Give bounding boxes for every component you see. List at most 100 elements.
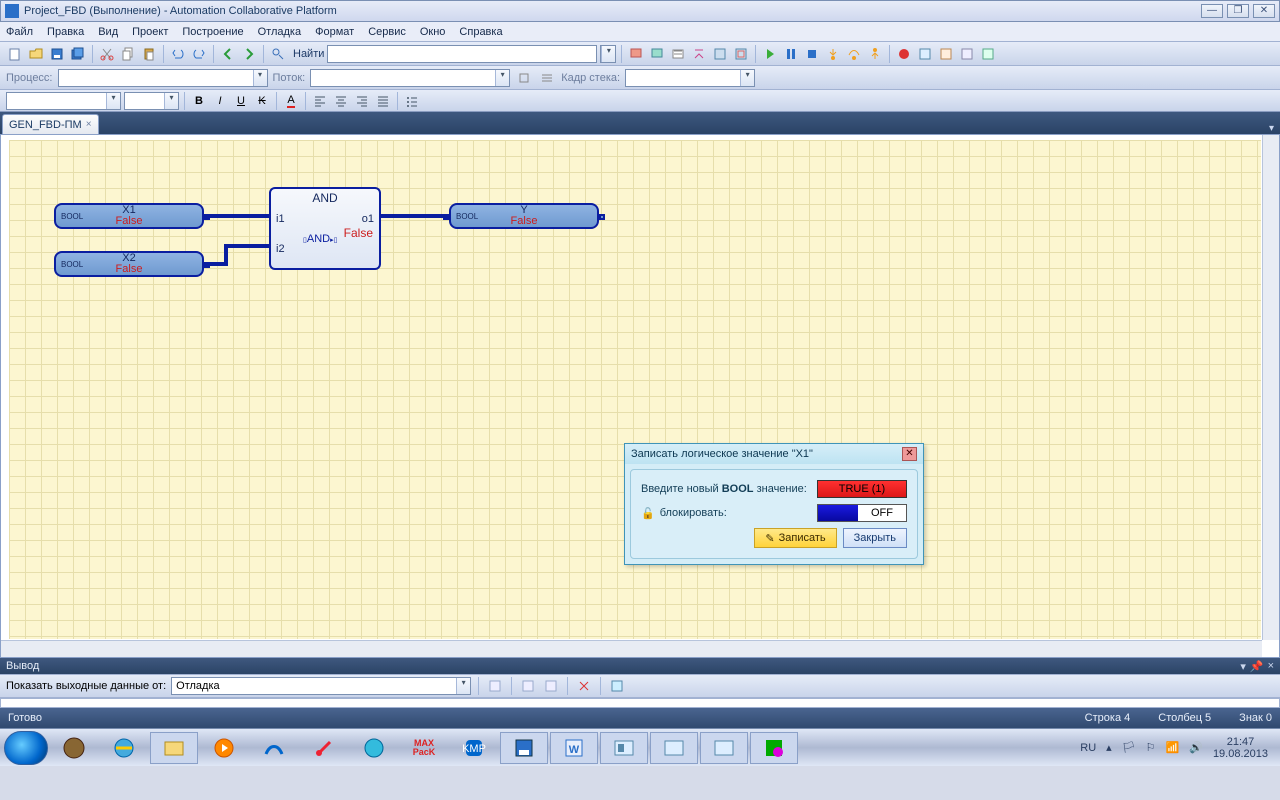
output-pin-icon[interactable]: 📌 — [1250, 660, 1264, 673]
font-color-button[interactable]: A — [282, 92, 300, 110]
thread-icon[interactable] — [515, 69, 533, 87]
copy-button[interactable] — [119, 45, 137, 63]
redo-button[interactable] — [190, 45, 208, 63]
font-combo[interactable]: ▾ — [6, 92, 121, 110]
nav-back-button[interactable] — [219, 45, 237, 63]
taskbar-app-1[interactable] — [50, 732, 98, 764]
tray-flag-icon[interactable]: 🏳 — [1122, 741, 1136, 754]
value-true-toggle[interactable]: TRUE (1) — [817, 480, 907, 498]
menu-build[interactable]: Построение — [182, 26, 243, 38]
paste-button[interactable] — [140, 45, 158, 63]
menu-window[interactable]: Окно — [420, 26, 446, 38]
taskbar-ie[interactable] — [100, 732, 148, 764]
tab-menu-icon[interactable]: ▾ — [1269, 123, 1280, 134]
output-btn-1[interactable] — [486, 677, 504, 695]
menu-file[interactable]: Файл — [6, 26, 33, 38]
taskbar-acp-1[interactable] — [600, 732, 648, 764]
dialog-close-button[interactable]: ✕ — [902, 447, 917, 461]
size-combo[interactable]: ▾ — [124, 92, 179, 110]
lock-toggle[interactable]: OFF — [817, 504, 907, 522]
tool-icon-1[interactable] — [627, 45, 645, 63]
underline-button[interactable]: U — [232, 92, 250, 110]
nav-fwd-button[interactable] — [240, 45, 258, 63]
save-button[interactable] — [48, 45, 66, 63]
menu-view[interactable]: Вид — [98, 26, 118, 38]
taskbar-acp-4[interactable] — [750, 732, 798, 764]
output-header[interactable]: Вывод ▾ 📌 × — [0, 658, 1280, 674]
align-justify-button[interactable] — [374, 92, 392, 110]
strike-button[interactable]: K — [253, 92, 271, 110]
system-tray[interactable]: RU ▴ 🏳 ⚐ 📶 🔊 21:4719.08.2013 — [1080, 736, 1276, 760]
align-center-button[interactable] — [332, 92, 350, 110]
find-dropdown[interactable]: ▾ — [600, 45, 616, 63]
tool-icon-2[interactable] — [648, 45, 666, 63]
maximize-button[interactable]: ❐ — [1227, 4, 1249, 18]
italic-button[interactable]: I — [211, 92, 229, 110]
tab-gen-fbd[interactable]: GEN_FBD-ПМ × — [2, 114, 99, 134]
output-btn-5[interactable] — [608, 677, 626, 695]
cut-button[interactable] — [98, 45, 116, 63]
tool-icon-6[interactable] — [732, 45, 750, 63]
lang-indicator[interactable]: RU — [1080, 742, 1096, 754]
taskbar-maxpack[interactable]: MAXPacK — [400, 732, 448, 764]
find-input[interactable] — [327, 45, 597, 63]
output-close-icon[interactable]: × — [1268, 660, 1274, 673]
taskbar-app-3[interactable] — [300, 732, 348, 764]
new-button[interactable] — [6, 45, 24, 63]
node-y[interactable]: BOOL Y False — [449, 203, 599, 229]
menu-help[interactable]: Справка — [459, 26, 502, 38]
tray-clock[interactable]: 21:4719.08.2013 — [1213, 736, 1268, 760]
tool-icon-4[interactable] — [690, 45, 708, 63]
thread-combo[interactable]: ▾ — [310, 69, 510, 87]
process-combo[interactable]: ▾ — [58, 69, 268, 87]
taskbar-wmp[interactable] — [200, 732, 248, 764]
menu-project[interactable]: Проект — [132, 26, 168, 38]
taskbar-kmp[interactable]: KMP — [450, 732, 498, 764]
fbd-canvas[interactable]: BOOL X1 False BOOL X2 False BOOL Y False… — [9, 140, 1261, 639]
bold-button[interactable]: B — [190, 92, 208, 110]
align-left-button[interactable] — [311, 92, 329, 110]
write-button[interactable]: ✎ Записать — [754, 528, 836, 548]
bullet-list-button[interactable] — [403, 92, 421, 110]
close-button[interactable]: ✕ — [1253, 4, 1275, 18]
tab-close-icon[interactable]: × — [86, 119, 92, 130]
node-x1[interactable]: BOOL X1 False — [54, 203, 204, 229]
menu-format[interactable]: Формат — [315, 26, 354, 38]
taskbar-app-4[interactable] — [350, 732, 398, 764]
output-source-combo[interactable]: Отладка▾ — [171, 677, 471, 695]
output-menu-icon[interactable]: ▾ — [1240, 660, 1246, 673]
taskbar-word[interactable]: W — [550, 732, 598, 764]
stop-button[interactable] — [803, 45, 821, 63]
breakpoint-icon[interactable] — [895, 45, 913, 63]
tray-chevron-icon[interactable]: ▴ — [1106, 741, 1112, 754]
dialog-title-bar[interactable]: Записать логическое значение "X1" ✕ — [625, 444, 923, 464]
taskbar-acp-3[interactable] — [700, 732, 748, 764]
tool-icon-5[interactable] — [711, 45, 729, 63]
tray-action-icon[interactable]: ⚐ — [1146, 741, 1156, 754]
undo-button[interactable] — [169, 45, 187, 63]
tool-icon-9[interactable] — [958, 45, 976, 63]
tool-icon-7[interactable] — [916, 45, 934, 63]
horizontal-scrollbar[interactable] — [1, 640, 1262, 657]
tray-network-icon[interactable]: 📶 — [1166, 741, 1180, 754]
stack-combo[interactable]: ▾ — [625, 69, 755, 87]
minimize-button[interactable]: — — [1201, 4, 1223, 18]
output-btn-2[interactable] — [519, 677, 537, 695]
menu-debug[interactable]: Отладка — [258, 26, 301, 38]
align-right-button[interactable] — [353, 92, 371, 110]
node-and[interactable]: AND i1 i2 o1 False ▯AND▸▯ — [269, 187, 381, 270]
tray-volume-icon[interactable]: 🔊 — [1189, 741, 1203, 754]
taskbar-app-2[interactable] — [250, 732, 298, 764]
output-btn-4[interactable] — [575, 677, 593, 695]
play-button[interactable] — [761, 45, 779, 63]
tool-icon-10[interactable] — [979, 45, 997, 63]
vertical-scrollbar[interactable] — [1262, 135, 1279, 640]
step-into-button[interactable] — [824, 45, 842, 63]
output-btn-3[interactable] — [542, 677, 560, 695]
stack-icon[interactable] — [538, 69, 556, 87]
taskbar-save-window[interactable] — [500, 732, 548, 764]
menu-tools[interactable]: Сервис — [368, 26, 406, 38]
step-over-button[interactable] — [845, 45, 863, 63]
tool-icon-8[interactable] — [937, 45, 955, 63]
taskbar-explorer[interactable] — [150, 732, 198, 764]
